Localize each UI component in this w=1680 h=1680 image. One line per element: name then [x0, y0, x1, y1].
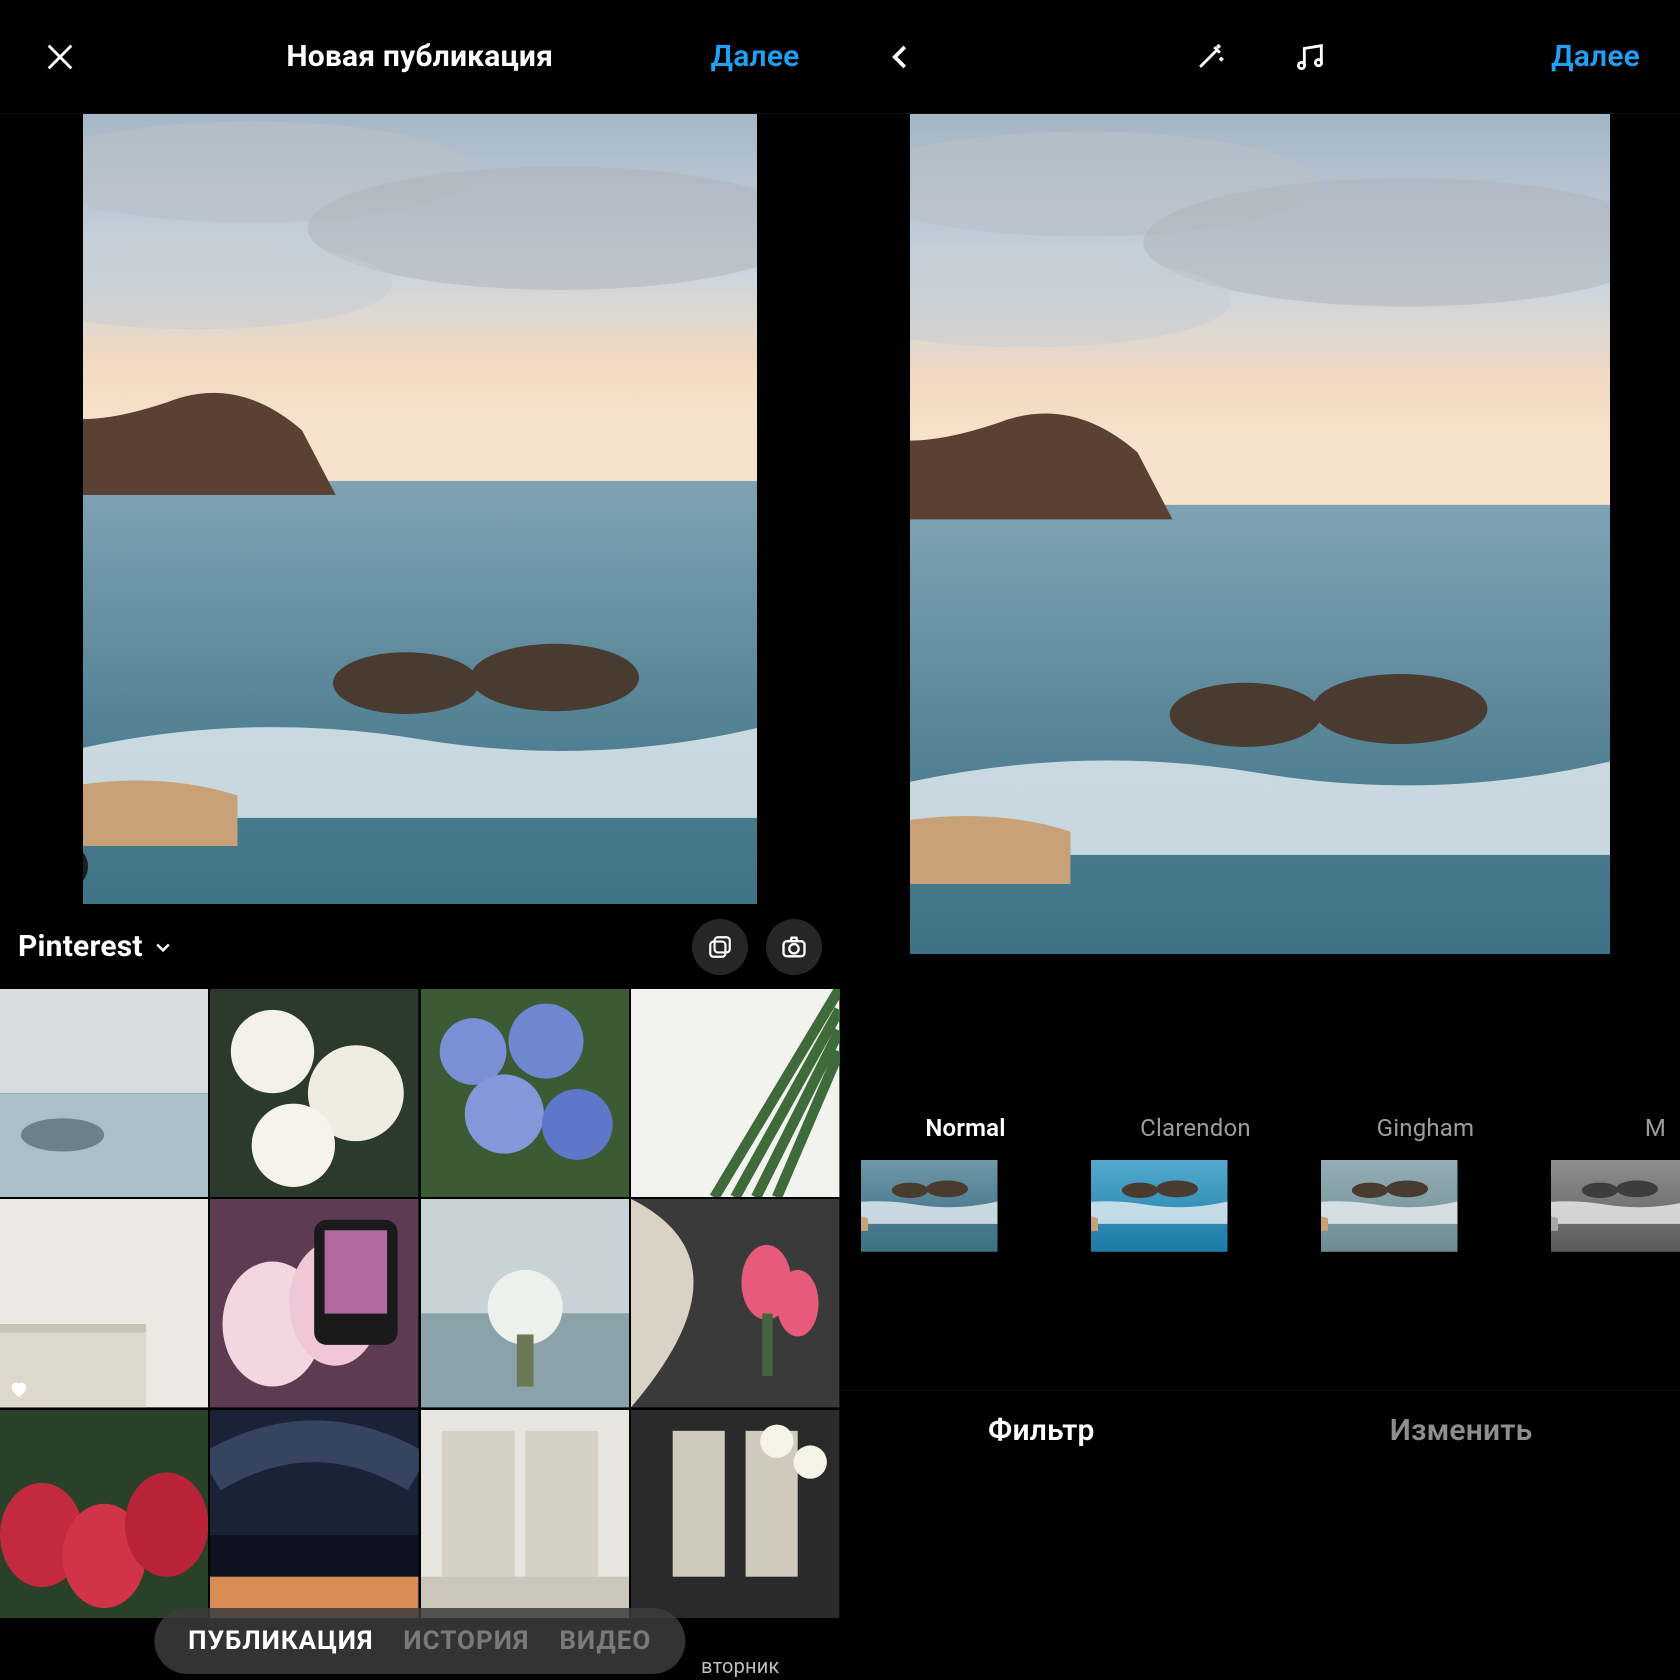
edit-tabs: Фильтр Изменить — [841, 1390, 1680, 1470]
filter-label: Gingham — [1321, 1114, 1531, 1142]
album-picker-row: Pinterest — [0, 904, 840, 989]
gallery-thumb[interactable] — [210, 989, 418, 1197]
filter-label: Clarendon — [1091, 1114, 1301, 1142]
camera-icon[interactable] — [766, 919, 822, 975]
music-icon[interactable] — [1290, 37, 1330, 77]
filter-label: Normal — [861, 1114, 1071, 1142]
album-name: Pinterest — [18, 929, 143, 964]
mode-publication[interactable]: ПУБЛИКАЦИЯ — [188, 1626, 373, 1656]
tab-filter[interactable]: Фильтр — [988, 1413, 1095, 1448]
filter-clarendon[interactable]: Clarendon — [1091, 1114, 1301, 1370]
gallery-thumb[interactable] — [421, 989, 629, 1197]
gallery-grid — [0, 989, 840, 1618]
filter-gingham[interactable]: Gingham — [1321, 1114, 1531, 1370]
gallery-thumb[interactable] — [0, 1199, 208, 1407]
filter-normal[interactable]: Normal — [861, 1114, 1071, 1370]
gallery-thumb[interactable] — [421, 1410, 629, 1618]
gallery-thumb[interactable] — [421, 1199, 629, 1407]
filter-moon[interactable]: M — [1551, 1114, 1680, 1370]
gallery-thumb[interactable] — [631, 1410, 839, 1618]
mode-pill: ПУБЛИКАЦИЯ ИСТОРИЯ ВИДЕО — [154, 1608, 685, 1674]
tab-edit[interactable]: Изменить — [1390, 1413, 1533, 1448]
magic-wand-icon[interactable] — [1190, 37, 1230, 77]
mode-video[interactable]: ВИДЕО — [559, 1626, 651, 1656]
gallery-thumb[interactable] — [210, 1410, 418, 1618]
next-button[interactable]: Далее — [1551, 39, 1640, 74]
close-icon[interactable] — [40, 37, 80, 77]
filter-label: M — [1551, 1114, 1680, 1142]
album-selector[interactable]: Pinterest — [18, 929, 173, 964]
mode-story[interactable]: ИСТОРИЯ — [403, 1626, 529, 1656]
chevron-left-icon[interactable] — [881, 37, 921, 77]
gallery-thumb[interactable] — [210, 1199, 418, 1407]
preview-image[interactable] — [83, 114, 757, 904]
next-button[interactable]: Далее — [711, 39, 800, 74]
page-title: Новая публикация — [286, 39, 553, 74]
heart-icon — [8, 1378, 30, 1400]
gallery-thumb[interactable] — [631, 989, 839, 1197]
filters: Normal Clarendon Gingham M — [841, 1114, 1680, 1390]
mode-subcaption: вторник — [701, 1654, 779, 1678]
header-right: Далее — [841, 0, 1680, 114]
header-left: Новая публикация Далее — [0, 0, 840, 114]
chevron-down-icon — [153, 937, 173, 957]
gallery-thumb[interactable] — [0, 989, 208, 1197]
gallery-thumb[interactable] — [631, 1199, 839, 1407]
gallery-thumb[interactable] — [0, 1410, 208, 1618]
preview-image[interactable] — [910, 114, 1610, 954]
multi-select-icon[interactable] — [692, 919, 748, 975]
